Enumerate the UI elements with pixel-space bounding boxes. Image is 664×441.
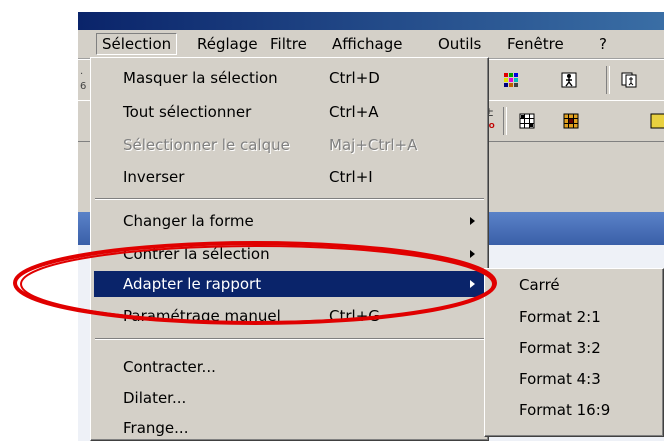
menu-item-label: Paramétrage manuel <box>123 307 281 325</box>
toolbar-separator-2 <box>503 107 507 135</box>
menu-item-masquer[interactable]: Masquer la sélection Ctrl+D <box>94 65 485 91</box>
menu-item-label: Masquer la sélection <box>123 69 278 87</box>
menu-item-frange[interactable]: Frange... <box>94 415 485 441</box>
ratio-submenu: Carré Format 2:1 Format 3:2 Format 4:3 F… <box>484 268 664 437</box>
menu-item-shortcut: Ctrl+A <box>329 103 379 121</box>
menu-item-changer-forme[interactable]: Changer la forme <box>94 208 485 234</box>
menu-item-inverser[interactable]: Inverser Ctrl+I <box>94 164 485 190</box>
menu-item-parametrage-manuel[interactable]: Paramétrage manuel Ctrl+G <box>94 303 485 329</box>
menu-fenetre[interactable]: Fenêtre <box>502 33 569 55</box>
menu-bar: Sélection Réglage Filtre Affichage Outil… <box>78 30 664 59</box>
menu-item-label: Changer la forme <box>123 212 254 230</box>
toolbar-side-label-bottom: 6 <box>80 81 87 92</box>
menu-item-label: Tout sélectionner <box>123 103 252 121</box>
submenu-item-format-3-2[interactable]: Format 3:2 <box>488 335 660 361</box>
menu-item-adapter-rapport[interactable]: Adapter le rapport <box>94 271 485 297</box>
menu-outils[interactable]: Outils <box>433 33 486 55</box>
grid-icon[interactable] <box>519 113 535 129</box>
menu-item-shortcut: Ctrl+I <box>329 168 373 186</box>
menu-item-shortcut: Maj+Ctrl+A <box>329 136 418 154</box>
submenu-arrow-icon <box>470 217 475 225</box>
figure-tool-icon[interactable] <box>561 72 577 88</box>
menu-item-label: Frange... <box>123 419 189 437</box>
menu-item-label: Dilater... <box>123 389 187 407</box>
menu-item-shortcut: Ctrl+G <box>329 307 380 325</box>
submenu-item-carre[interactable]: Carré <box>488 272 660 298</box>
toolbar-separator <box>606 66 610 94</box>
menu-item-tout-selectionner[interactable]: Tout sélectionner Ctrl+A <box>94 99 485 125</box>
figures-tool-icon[interactable] <box>621 72 637 88</box>
submenu-item-label: Format 2:1 <box>519 308 601 326</box>
menu-filtre[interactable]: Filtre <box>265 33 312 55</box>
submenu-item-format-4-3[interactable]: Format 4:3 <box>488 366 660 392</box>
submenu-item-label: Carré <box>519 276 560 294</box>
title-bar <box>78 12 664 30</box>
selection-menu: Masquer la sélection Ctrl+D Tout sélecti… <box>90 57 489 441</box>
menu-item-label: Contracter... <box>123 358 216 376</box>
menu-item-label: Sélectionner le calque <box>123 136 290 154</box>
submenu-item-label: Format 4:3 <box>519 370 601 388</box>
menu-item-dilater[interactable]: Dilater... <box>94 385 485 411</box>
menu-item-selectionner-calque: Sélectionner le calque Maj+Ctrl+A <box>94 132 485 158</box>
menu-separator <box>95 338 484 340</box>
menu-item-shortcut: Ctrl+D <box>329 69 380 87</box>
submenu-arrow-icon <box>470 250 475 258</box>
menu-separator <box>95 198 484 200</box>
menu-affichage[interactable]: Affichage <box>327 33 407 55</box>
submenu-item-label: Format 16:9 <box>519 401 611 419</box>
menu-item-label: Adapter le rapport <box>123 275 262 293</box>
toolbar-side-label-top: · <box>80 69 84 80</box>
submenu-item-label: Format 3:2 <box>519 339 601 357</box>
grid-alt-icon[interactable] <box>650 113 664 129</box>
menu-reglage[interactable]: Réglage <box>192 33 263 55</box>
submenu-item-format-2-1[interactable]: Format 2:1 <box>488 304 660 330</box>
menu-item-contracter[interactable]: Contracter... <box>94 354 485 380</box>
submenu-arrow-icon <box>470 280 475 288</box>
color-palette-icon[interactable] <box>503 72 519 88</box>
menu-item-contrer-selection[interactable]: Contrer la sélection <box>94 241 485 267</box>
menu-item-label: Inverser <box>123 168 185 186</box>
submenu-item-format-16-9[interactable]: Format 16:9 <box>488 397 660 423</box>
menu-selection[interactable]: Sélection <box>96 33 178 55</box>
menu-item-label: Contrer la sélection <box>123 245 270 263</box>
menu-help[interactable]: ? <box>594 33 612 55</box>
grid-color-icon[interactable] <box>563 113 579 129</box>
